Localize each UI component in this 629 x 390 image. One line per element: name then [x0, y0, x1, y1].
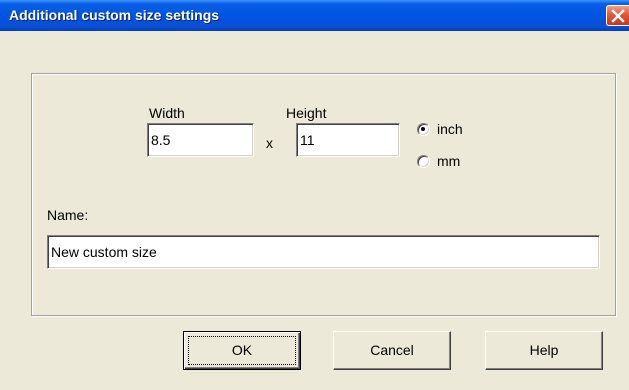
name-label: Name: — [47, 207, 89, 223]
name-input[interactable] — [47, 235, 600, 269]
times-label: x — [266, 135, 273, 151]
focus-rect — [188, 336, 296, 365]
radio-dot — [421, 127, 425, 131]
title-bar[interactable]: Additional custom size settings — [0, 0, 629, 31]
width-input[interactable] — [147, 123, 254, 157]
mm-radio[interactable] — [417, 155, 430, 168]
height-label: Height — [286, 105, 327, 121]
ok-button[interactable]: OK — [183, 331, 301, 370]
close-icon — [611, 9, 625, 23]
help-button[interactable]: Help — [485, 331, 603, 370]
width-label: Width — [149, 105, 185, 121]
inch-radio[interactable] — [417, 123, 430, 136]
cancel-label: Cancel — [370, 342, 414, 358]
height-input[interactable] — [296, 123, 400, 157]
inch-label[interactable]: inch — [437, 121, 463, 137]
window-title: Additional custom size settings — [9, 7, 220, 23]
cancel-button[interactable]: Cancel — [333, 331, 451, 370]
mm-label[interactable]: mm — [437, 153, 460, 169]
close-button[interactable] — [606, 5, 629, 26]
help-label: Help — [529, 342, 559, 358]
